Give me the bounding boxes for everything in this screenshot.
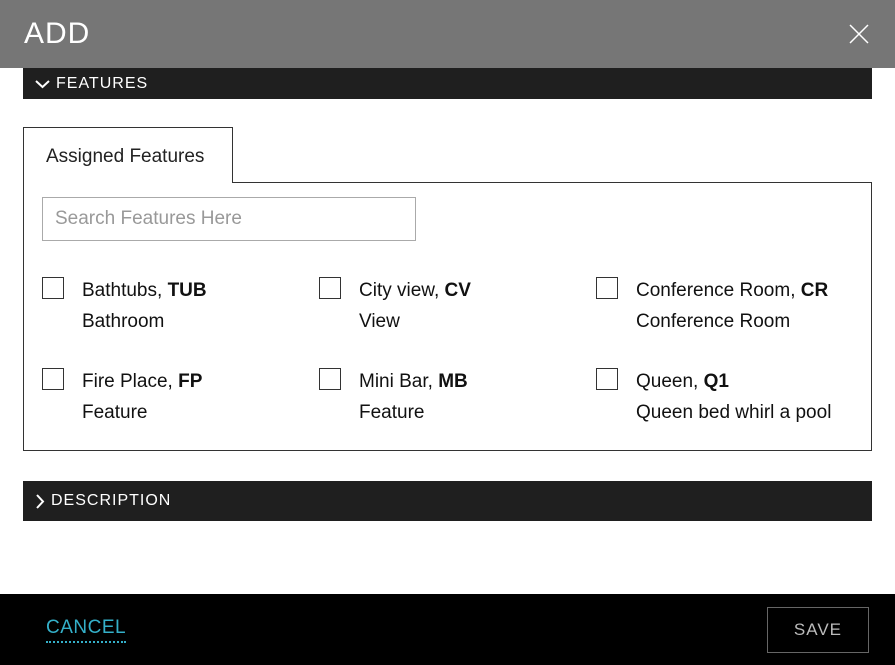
feature-text: Conference Room, CR Conference Room (636, 275, 828, 338)
feature-text: Fire Place, FP Feature (82, 366, 202, 429)
checkbox[interactable] (42, 277, 64, 299)
features-panel: Bathtubs, TUB Bathroom City view, CV Vie… (23, 182, 872, 451)
modal-footer: CANCEL SAVE (0, 594, 895, 665)
feature-text: Mini Bar, MB Feature (359, 366, 468, 429)
feature-text: City view, CV View (359, 275, 471, 338)
modal-title: ADD (24, 17, 90, 51)
chevron-right-icon (35, 494, 45, 509)
tab-assigned-features[interactable]: Assigned Features (23, 127, 233, 183)
features-grid: Bathtubs, TUB Bathroom City view, CV Vie… (42, 275, 853, 428)
section-title-features: FEATURES (56, 75, 148, 93)
list-item: Bathtubs, TUB Bathroom (42, 275, 299, 338)
list-item: City view, CV View (319, 275, 576, 338)
cancel-button[interactable]: CANCEL (46, 617, 126, 643)
feature-text: Queen, Q1 Queen bed whirl a pool (636, 366, 831, 429)
list-item: Queen, Q1 Queen bed whirl a pool (596, 366, 853, 429)
checkbox[interactable] (42, 368, 64, 390)
save-button[interactable]: SAVE (767, 607, 869, 653)
close-icon[interactable] (847, 22, 871, 46)
tabs-row: Assigned Features (23, 127, 872, 183)
list-item: Fire Place, FP Feature (42, 366, 299, 429)
modal-body: FEATURES Assigned Features Bathtubs, TUB… (0, 68, 895, 594)
list-item: Mini Bar, MB Feature (319, 366, 576, 429)
checkbox[interactable] (596, 277, 618, 299)
section-header-description[interactable]: DESCRIPTION (23, 481, 872, 521)
checkbox[interactable] (319, 277, 341, 299)
feature-text: Bathtubs, TUB Bathroom (82, 275, 207, 338)
chevron-down-icon (35, 79, 50, 89)
search-input[interactable] (42, 197, 416, 241)
spacer (23, 521, 872, 581)
modal-header: ADD (0, 0, 895, 68)
section-title-description: DESCRIPTION (51, 492, 171, 510)
section-header-features[interactable]: FEATURES (23, 68, 872, 99)
checkbox[interactable] (596, 368, 618, 390)
list-item: Conference Room, CR Conference Room (596, 275, 853, 338)
checkbox[interactable] (319, 368, 341, 390)
